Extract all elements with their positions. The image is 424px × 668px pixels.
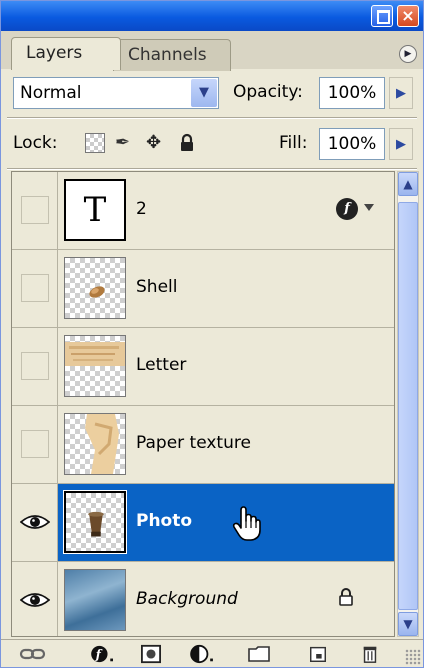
lock-image-pixels-icon[interactable]: ✒ [115, 133, 135, 153]
visibility-cell[interactable] [12, 328, 58, 405]
opacity-slider-arrow-icon[interactable]: ▶ [389, 77, 413, 109]
minimize-button[interactable] [371, 5, 393, 27]
new-group-icon[interactable] [247, 644, 271, 664]
visibility-toggle[interactable] [21, 274, 49, 302]
layers-list: T 2 f Shell Letter Paper texture Photo B… [11, 171, 395, 637]
blend-mode-value: Normal [20, 83, 82, 103]
opacity-input[interactable]: 100% [319, 77, 385, 109]
visibility-toggle[interactable] [21, 196, 49, 224]
blend-row: Normal ▼ Opacity: 100% ▶ [1, 69, 423, 117]
expand-effects-icon[interactable] [364, 204, 374, 211]
layer-name[interactable]: Photo [136, 511, 192, 531]
scroll-up-icon[interactable]: ▲ [398, 172, 418, 196]
visibility-cell[interactable] [12, 250, 58, 327]
opacity-label: Opacity: [233, 82, 303, 102]
layers-palette: × Channels Layers ▶ Normal ▼ Opacity: 10… [0, 0, 424, 668]
link-layers-icon[interactable] [19, 644, 47, 664]
layer-name[interactable]: Shell [136, 277, 177, 297]
visibility-cell[interactable] [12, 562, 58, 636]
visibility-cell[interactable] [12, 406, 58, 483]
layer-thumbnail [64, 335, 126, 397]
layer-mask-icon[interactable] [139, 644, 163, 664]
lock-all-icon[interactable] [177, 133, 197, 153]
chevron-down-icon[interactable]: ▼ [191, 79, 217, 107]
blend-mode-select[interactable]: Normal ▼ [13, 77, 219, 109]
text-layer-thumbnail: T [64, 179, 126, 241]
adjustment-layer-icon[interactable] [187, 644, 217, 664]
layers-scrollbar[interactable]: ▲ ▼ [397, 171, 419, 637]
bottom-toolbar: f [1, 639, 423, 667]
lock-transparent-pixels-icon[interactable] [85, 133, 105, 153]
tab-layers[interactable]: Layers [11, 37, 121, 70]
tab-layers-label: Layers [26, 43, 83, 63]
new-layer-icon[interactable] [307, 644, 329, 664]
layer-name[interactable]: Background [136, 589, 238, 609]
layer-name[interactable]: Letter [136, 355, 186, 375]
divider [7, 168, 417, 170]
layer-effects-icon[interactable]: f [336, 198, 358, 220]
scrollbar-thumb[interactable] [398, 202, 418, 610]
delete-layer-icon[interactable] [359, 644, 381, 664]
visibility-cell[interactable] [12, 172, 58, 249]
tab-channels[interactable]: Channels [113, 39, 231, 71]
eye-icon[interactable] [20, 513, 50, 531]
scroll-down-icon[interactable]: ▼ [398, 612, 418, 636]
close-icon: × [401, 6, 415, 25]
palette-titlebar: × [1, 1, 423, 31]
layer-style-icon[interactable]: f [87, 644, 119, 664]
fill-label: Fill: [279, 133, 308, 153]
palette-menu-icon[interactable]: ▶ [399, 45, 417, 63]
layer-thumbnail [64, 257, 126, 319]
layer-row-letter[interactable]: Letter [12, 328, 394, 406]
lock-row: Lock: ✒ ✥ Fill: 100% ▶ [1, 119, 423, 169]
fill-input[interactable]: 100% [319, 128, 385, 160]
lock-icon [339, 588, 353, 606]
tab-strip: Channels Layers ▶ [1, 31, 423, 71]
layer-row-shell[interactable]: Shell [12, 250, 394, 328]
layer-thumbnail [63, 490, 127, 554]
lock-position-icon[interactable]: ✥ [146, 133, 166, 153]
visibility-toggle[interactable] [21, 352, 49, 380]
layer-name[interactable]: 2 [136, 199, 147, 219]
layer-name[interactable]: Paper texture [136, 433, 251, 453]
resize-grip[interactable] [405, 649, 421, 665]
fill-slider-arrow-icon[interactable]: ▶ [389, 128, 413, 160]
visibility-toggle[interactable] [21, 430, 49, 458]
tab-channels-label: Channels [128, 45, 207, 65]
layer-thumbnail [64, 569, 126, 631]
eye-icon[interactable] [20, 591, 50, 609]
visibility-cell[interactable] [12, 484, 58, 561]
layer-row-paper-texture[interactable]: Paper texture [12, 406, 394, 484]
layer-row-background[interactable]: Background [12, 562, 394, 636]
lock-label: Lock: [13, 133, 58, 153]
hand-cursor-icon [232, 506, 261, 541]
close-button[interactable]: × [397, 5, 419, 27]
layer-thumbnail [64, 413, 126, 475]
layer-row-photo[interactable]: Photo [12, 484, 394, 562]
layer-row-2[interactable]: T 2 f [12, 172, 394, 250]
